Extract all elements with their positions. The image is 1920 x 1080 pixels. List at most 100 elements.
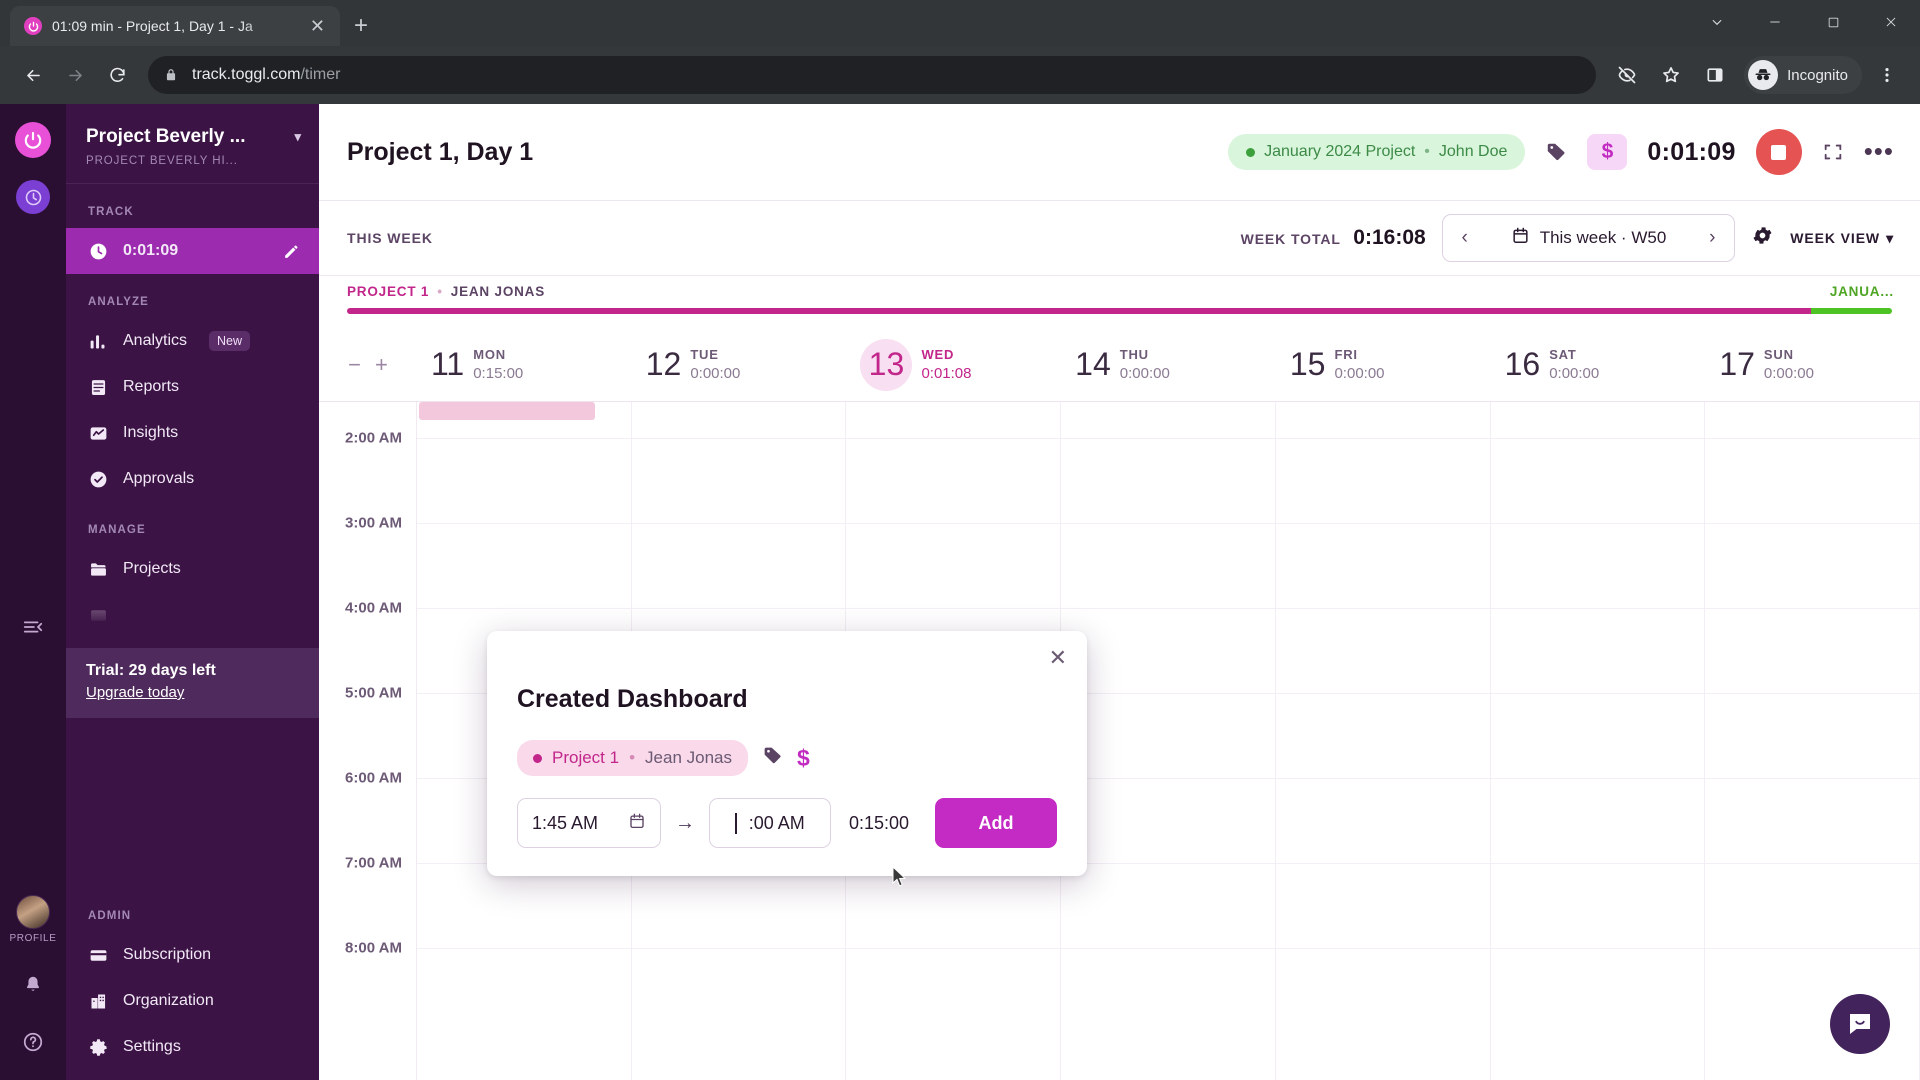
three-dot-menu-icon[interactable] — [1868, 56, 1906, 94]
dollar-icon[interactable]: $ — [797, 745, 810, 772]
close-icon[interactable] — [1862, 2, 1920, 42]
bell-icon[interactable] — [22, 974, 44, 1001]
chevron-down-icon[interactable] — [1688, 2, 1746, 42]
reload-icon[interactable] — [98, 56, 136, 94]
arrow-right-icon: → — [675, 811, 695, 834]
sidebar-item-label: Approvals — [123, 470, 195, 487]
page-content: PROFILE Project Beverly ... ▾ PROJECT BE… — [0, 104, 1920, 1080]
workspace-title-row: Project Beverly ... ▾ — [86, 126, 301, 148]
day-duration: 0:01:08 — [921, 365, 972, 382]
modal-title[interactable]: Created Dashboard — [517, 685, 1057, 714]
eye-off-icon[interactable] — [1608, 56, 1646, 94]
tag-icon[interactable] — [762, 745, 783, 771]
star-icon[interactable] — [1652, 56, 1690, 94]
minimize-icon[interactable] — [1746, 2, 1804, 42]
gear-icon — [88, 1037, 109, 1058]
stop-icon[interactable] — [1755, 129, 1802, 175]
dollar-icon[interactable]: $ — [1587, 134, 1628, 170]
sidebar-item-reports[interactable]: Reports — [66, 364, 319, 410]
entry-title[interactable]: Project 1, Day 1 — [347, 138, 533, 167]
toggl-power-icon[interactable] — [15, 122, 51, 158]
day-header-sat[interactable]: 16 SAT 0:00:00 — [1491, 346, 1706, 383]
day-header-mon[interactable]: 11 MON 0:15:00 — [417, 346, 632, 383]
day-duration: 0:00:00 — [1334, 365, 1385, 382]
day-column-sun[interactable] — [1705, 402, 1920, 1080]
week-picker-center[interactable]: This week · W50 — [1487, 226, 1691, 250]
add-button[interactable]: Add — [935, 798, 1057, 848]
project-pill[interactable]: Project 1 • Jean Jonas — [517, 740, 748, 776]
sidebar-item-subscription[interactable]: Subscription — [66, 932, 319, 978]
zoom-out-button[interactable]: − — [348, 352, 361, 378]
project-pill[interactable]: January 2024 Project • John Doe — [1228, 134, 1526, 170]
document-icon — [88, 377, 109, 398]
sidebar-item-timer[interactable]: 0:01:09 — [66, 228, 319, 274]
section-label-analyze: ANALYZE — [88, 296, 149, 308]
start-time-input[interactable]: 1:45 AM — [517, 798, 661, 848]
calendar-icon[interactable] — [628, 812, 646, 835]
tag-icon[interactable] — [1539, 135, 1573, 169]
day-header-thu[interactable]: 14 THU 0:00:00 — [1061, 346, 1276, 383]
day-info: WED 0:01:08 — [921, 347, 971, 382]
main-content: Project 1, Day 1 January 2024 Project • … — [319, 104, 1920, 1080]
day-header-wed[interactable]: 13 WED 0:01:08 — [846, 338, 1061, 391]
this-week-label: THIS WEEK — [347, 230, 433, 246]
forward-arrow-icon[interactable] — [56, 56, 94, 94]
pencil-icon[interactable] — [282, 242, 301, 261]
modal-meta-row: Project 1 • Jean Jonas $ — [517, 740, 1057, 776]
project-color-dot — [533, 753, 542, 763]
plus-icon[interactable]: + — [354, 14, 368, 38]
day-header-sun[interactable]: 17 SUN 0:00:00 — [1705, 346, 1920, 383]
week-total-value: 0:16:08 — [1353, 226, 1426, 249]
gear-icon[interactable] — [1751, 224, 1774, 252]
workspace-header[interactable]: Project Beverly ... ▾ PROJECT BEVERLY HI… — [66, 104, 319, 184]
day-column-fri[interactable] — [1276, 402, 1491, 1080]
chevron-down-icon[interactable]: ▾ — [294, 129, 301, 145]
sidebar-item-organization[interactable]: Organization — [66, 978, 319, 1024]
close-icon[interactable]: ✕ — [305, 15, 330, 37]
day-info: FRI 0:00:00 — [1334, 347, 1384, 382]
sidebar-item-partial[interactable] — [66, 592, 319, 622]
day-duration: 0:00:00 — [1549, 365, 1600, 382]
week-picker[interactable]: ‹ This week · W50 › — [1441, 214, 1736, 262]
chevron-left-icon[interactable]: ‹ — [1443, 215, 1487, 261]
chevron-right-icon[interactable]: › — [1690, 215, 1734, 261]
browser-tab[interactable]: 01:09 min - Project 1, Day 1 - Ja ✕ — [10, 6, 340, 46]
help-circle-icon[interactable] — [22, 1031, 44, 1058]
sidebar-item-analytics[interactable]: Analytics New — [66, 318, 319, 364]
day-column-thu[interactable] — [1061, 402, 1276, 1080]
three-dot-menu-icon[interactable]: ••• — [1864, 138, 1894, 163]
time-label: 5:00 AM — [345, 684, 402, 702]
view-selector[interactable]: WEEK VIEW ▾ — [1790, 230, 1894, 247]
workspace-title: Project Beverly ... — [86, 126, 246, 147]
day-header-fri[interactable]: 15 FRI 0:00:00 — [1276, 346, 1491, 383]
project-color-dot — [1246, 147, 1256, 157]
side-panel-icon[interactable] — [1696, 56, 1734, 94]
incognito-indicator[interactable]: Incognito — [1744, 56, 1862, 94]
sidebar-item-settings[interactable]: Settings — [66, 1024, 319, 1070]
separator: • — [1424, 143, 1430, 160]
folder-icon — [88, 605, 109, 623]
profile-block[interactable]: PROFILE — [10, 895, 57, 944]
fullscreen-icon[interactable] — [1816, 135, 1850, 169]
bar-segment-primary — [347, 308, 1811, 314]
section-label-track: TRACK — [88, 206, 134, 218]
section-label-admin: ADMIN — [88, 910, 132, 922]
back-arrow-icon[interactable] — [14, 56, 52, 94]
timer-header: Project 1, Day 1 January 2024 Project • … — [319, 104, 1920, 201]
collapse-sidebar-icon[interactable] — [22, 616, 44, 643]
sidebar-item-projects[interactable]: Projects — [66, 546, 319, 592]
toggl-track-icon[interactable] — [16, 180, 50, 214]
end-time-input[interactable]: :00 AM — [709, 798, 831, 848]
upgrade-link[interactable]: Upgrade today — [86, 684, 184, 701]
sidebar-item-insights[interactable]: Insights — [66, 410, 319, 456]
maximize-icon[interactable] — [1804, 2, 1862, 42]
time-entry-block[interactable] — [419, 402, 595, 420]
close-icon[interactable]: ✕ — [1049, 647, 1067, 669]
zoom-in-button[interactable]: + — [375, 352, 388, 378]
day-number: 14 — [1075, 346, 1111, 382]
chat-bubble-icon[interactable] — [1830, 994, 1890, 1054]
sidebar-item-approvals[interactable]: Approvals — [66, 456, 319, 502]
address-bar[interactable]: track.toggl.com/timer — [148, 56, 1597, 94]
day-column-sat[interactable] — [1491, 402, 1706, 1080]
day-header-tue[interactable]: 12 TUE 0:00:00 — [632, 346, 847, 383]
